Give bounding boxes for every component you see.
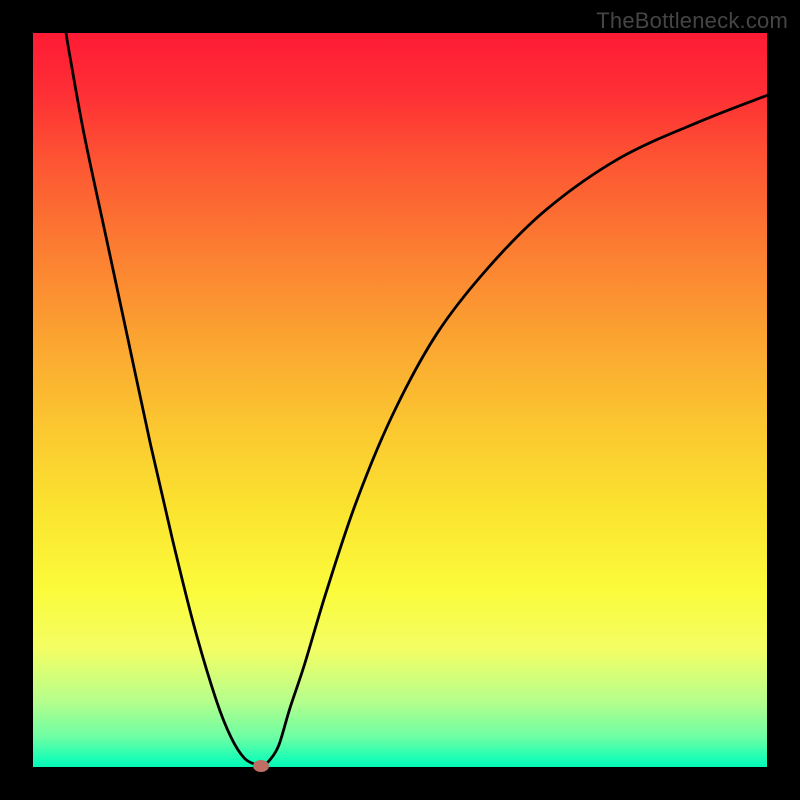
- optimal-point-marker: [253, 760, 269, 772]
- bottleneck-curve: [33, 33, 767, 767]
- watermark-text: TheBottleneck.com: [596, 8, 788, 34]
